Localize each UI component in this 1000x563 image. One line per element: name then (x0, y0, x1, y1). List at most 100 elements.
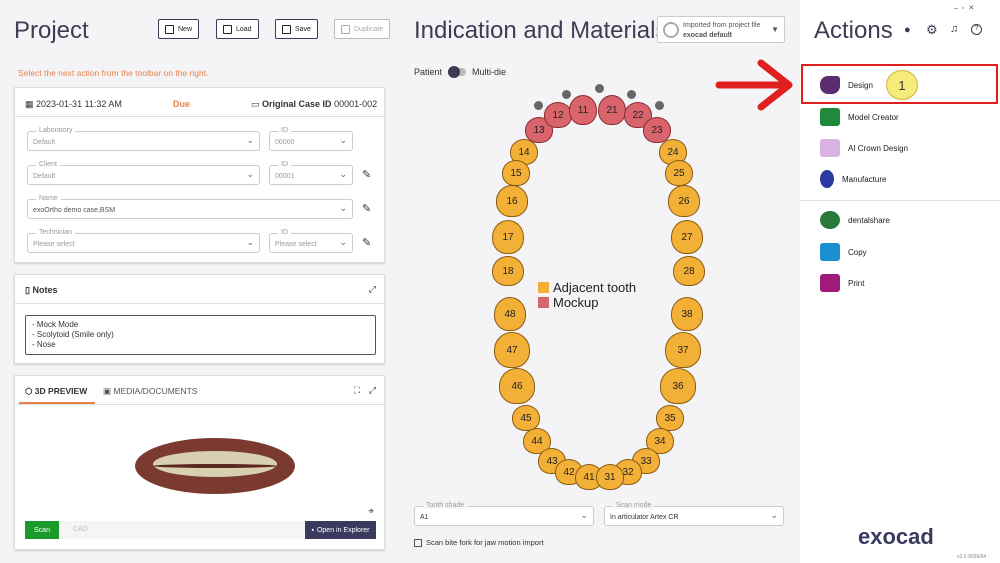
save-button[interactable]: Save (275, 19, 318, 39)
toggle-switch[interactable] (448, 66, 467, 78)
tooth-27[interactable]: 27 (671, 220, 703, 254)
tooth-marker[interactable] (595, 84, 604, 93)
notes-title: ▯ Notes (25, 285, 58, 295)
tooth-11[interactable]: 11 (569, 95, 597, 125)
tooth-31[interactable]: 31 (596, 464, 624, 490)
screenshot-icon[interactable]: ⌖ (368, 506, 374, 517)
tooth-38[interactable]: 38 (671, 297, 703, 331)
laboratory-select[interactable]: Laboratory Default ⌄ (27, 127, 260, 151)
manufacture-action[interactable]: Manufacture (820, 170, 886, 188)
chevron-down-icon: ⌄ (246, 237, 254, 247)
tab-media-documents[interactable]: ▣ MEDIA/DOCUMENTS (103, 386, 197, 397)
tooth-marker[interactable] (562, 90, 571, 99)
scan-bite-checkbox[interactable]: Scan bite fork for jaw motion import (414, 538, 544, 547)
expand-icon[interactable]: ⤢ (369, 385, 376, 396)
tooth-17[interactable]: 17 (492, 220, 524, 254)
ai-crown-icon (820, 139, 840, 157)
tooth-37[interactable]: 37 (665, 332, 701, 368)
expand-icon[interactable]: ⤢ (369, 284, 376, 295)
dentalshare-action[interactable]: dentalshare (820, 211, 890, 229)
tooth-28[interactable]: 28 (673, 256, 705, 286)
red-arrow-annotation (715, 59, 793, 111)
project-title: Project (14, 17, 89, 44)
printer-icon (820, 274, 840, 292)
gear-icon[interactable]: ⚙ (926, 22, 938, 38)
folder-icon: ▭ (251, 99, 260, 109)
scan-button[interactable]: Scan (25, 521, 59, 539)
calendar-icon: ▦ (25, 99, 34, 109)
lab-id-field[interactable]: ID 00000 ⌄ (269, 127, 353, 151)
open-in-explorer-button[interactable]: ▪ Open in Explorer (305, 521, 376, 539)
tooth-15[interactable]: 15 (502, 160, 530, 186)
tooth-marker[interactable] (534, 101, 543, 110)
tooth-21[interactable]: 21 (598, 95, 626, 125)
window-controls[interactable]: –▫✕ (954, 4, 978, 12)
cad-button[interactable]: CAD (73, 526, 88, 533)
model-creator-icon (820, 108, 840, 126)
tooth-16[interactable]: 16 (496, 185, 528, 217)
notes-card: ▯ Notes ⤢ - Mock Mode - Scolytoid (Smile … (14, 274, 385, 364)
image-icon: ▣ (103, 386, 112, 396)
fit-view-icon[interactable]: ⛶ (354, 385, 360, 396)
case-id: ▭ Original Case ID 00001-002 (251, 99, 378, 109)
dropdown-arrow-icon: ▼ (771, 25, 779, 34)
preset-icon (663, 22, 679, 38)
indication-title: Indication and Materials (414, 17, 668, 44)
load-button[interactable]: Load (216, 19, 259, 39)
chevron-down-icon: ⌄ (339, 237, 347, 247)
tooth-25[interactable]: 25 (665, 160, 693, 186)
tech-id-field[interactable]: ID Please select ⌄ (269, 229, 353, 253)
tooth-26[interactable]: 26 (668, 185, 700, 217)
tooth-36[interactable]: 36 (660, 368, 696, 404)
client-id-field[interactable]: ID 00001 ⌄ (269, 161, 353, 185)
dentalshare-icon (820, 211, 840, 229)
material-preset-select[interactable]: Imported from project file exocad defaul… (657, 16, 785, 43)
notes-textarea[interactable]: - Mock Mode - Scolytoid (Smile only) - Nos… (25, 315, 376, 355)
chevron-down-icon: ⌄ (339, 135, 347, 145)
model-creator-action[interactable]: Model Creator (820, 108, 899, 126)
edit-client-icon[interactable]: ✎ (362, 168, 371, 181)
scan-cad-bar: Scan CAD ▪ Open in Explorer (25, 521, 376, 539)
tooth-46[interactable]: 46 (499, 368, 535, 404)
tab-3d-preview[interactable]: ⬡ 3D PREVIEW (25, 386, 87, 397)
duplicate-button[interactable]: Duplicate (334, 19, 391, 39)
tooth-12[interactable]: 12 (544, 102, 572, 128)
chevron-down-icon: ⌄ (339, 169, 347, 179)
copy-icon (341, 24, 350, 34)
scan-mode-select[interactable]: Scan mode In articulator Artex CR ⌄ (604, 502, 784, 526)
floppy-icon (282, 24, 291, 34)
user-icon[interactable]: ● (904, 24, 911, 36)
chevron-down-icon: ⌄ (246, 169, 254, 179)
tooth-marker[interactable] (627, 90, 636, 99)
status-badge: Due (173, 99, 191, 109)
tooth-48[interactable]: 48 (494, 297, 526, 331)
help-icon[interactable]: ? (971, 24, 982, 35)
note-icon: ▯ (25, 285, 30, 295)
edit-name-icon[interactable]: ✎ (362, 202, 371, 215)
chevron-down-icon: ⌄ (339, 203, 347, 213)
tooth-marker[interactable] (655, 101, 664, 110)
name-field[interactable]: Name exoOrtho demo case,BSM ⌄ (27, 195, 353, 219)
dental-scan-preview (135, 438, 295, 494)
copy-action[interactable]: Copy (820, 243, 867, 261)
legend-mockup: Mockup (538, 295, 636, 310)
client-select[interactable]: Client Default ⌄ (27, 161, 260, 185)
tooth-shade-select[interactable]: Tooth shade A1 ⌄ (414, 502, 594, 526)
technician-select[interactable]: Technician Please select ⌄ (27, 229, 260, 253)
edit-technician-icon[interactable]: ✎ (362, 236, 371, 249)
design-action[interactable]: Design (820, 76, 873, 94)
ai-crown-design-action[interactable]: AI Crown Design (820, 139, 908, 157)
design-icon (820, 76, 840, 94)
bell-icon[interactable]: ♫ (950, 23, 958, 35)
case-date: ▦ 2023-01-31 11:32 AM (25, 99, 122, 109)
tooth-47[interactable]: 47 (494, 332, 530, 368)
case-card: ▦ 2023-01-31 11:32 AM Due ▭ Original Cas… (14, 87, 385, 263)
folder-icon: ▪ (311, 526, 314, 534)
teeth-legend: Adjacent tooth Mockup (538, 280, 636, 310)
tooth-18[interactable]: 18 (492, 256, 524, 286)
new-button[interactable]: New (158, 19, 200, 39)
actions-title: Actions (814, 17, 893, 44)
patient-multidie-toggle[interactable]: Patient Multi-die (414, 66, 506, 78)
print-action[interactable]: Print (820, 274, 864, 292)
gear-manufacture-icon (820, 170, 834, 188)
